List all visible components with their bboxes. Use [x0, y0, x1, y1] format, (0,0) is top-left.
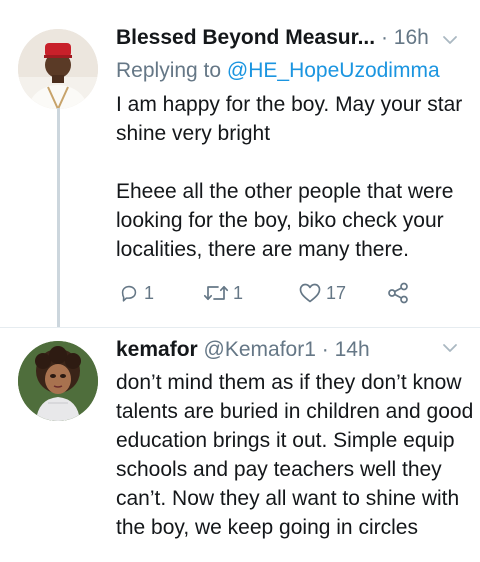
replying-to-label: Replying to — [116, 59, 222, 82]
reply-icon — [121, 285, 137, 302]
reply-button[interactable]: 1 — [118, 278, 154, 308]
heart-icon — [299, 283, 321, 303]
timestamp[interactable]: 16h — [394, 26, 429, 49]
retweet-count: 1 — [233, 282, 244, 303]
display-name[interactable]: kemafor — [116, 338, 198, 361]
tweet-header: Blessed Beyond Measur... · 16h — [116, 25, 429, 51]
replying-to: Replying to @HE_HopeUzodimma — [116, 56, 440, 86]
tweet[interactable]: Blessed Beyond Measur... · 16h Replying … — [0, 0, 480, 327]
mention-link[interactable]: @HE_HopeUzodimma — [227, 59, 440, 82]
tweet-text: don’t mind them as if they don’t know ta… — [116, 371, 474, 539]
chevron-down-icon[interactable] — [442, 340, 458, 356]
thread-line — [57, 108, 60, 327]
separator-dot: · — [380, 26, 394, 49]
like-button[interactable]: 17 — [298, 278, 346, 308]
share-button[interactable] — [386, 278, 410, 308]
user-handle[interactable]: @Kemafor1 — [204, 338, 316, 361]
separator-dot: · — [315, 338, 335, 361]
chevron-down-icon[interactable] — [442, 32, 458, 48]
share-icon — [388, 282, 408, 304]
retweet-icon — [203, 285, 229, 301]
display-name[interactable]: Blessed Beyond Measur... — [116, 26, 375, 49]
avatar[interactable] — [18, 29, 98, 109]
like-count: 17 — [326, 282, 347, 303]
tweet-header: kemafor @Kemafor1 · 14h — [116, 337, 370, 363]
reply-count: 1 — [144, 282, 155, 303]
avatar[interactable] — [18, 341, 98, 421]
timestamp[interactable]: 14h — [335, 338, 370, 361]
tweet-text: I am happy for the boy. May your star sh… — [116, 93, 463, 261]
tweet-divider — [0, 327, 480, 328]
retweet-button[interactable]: 1 — [203, 278, 243, 308]
